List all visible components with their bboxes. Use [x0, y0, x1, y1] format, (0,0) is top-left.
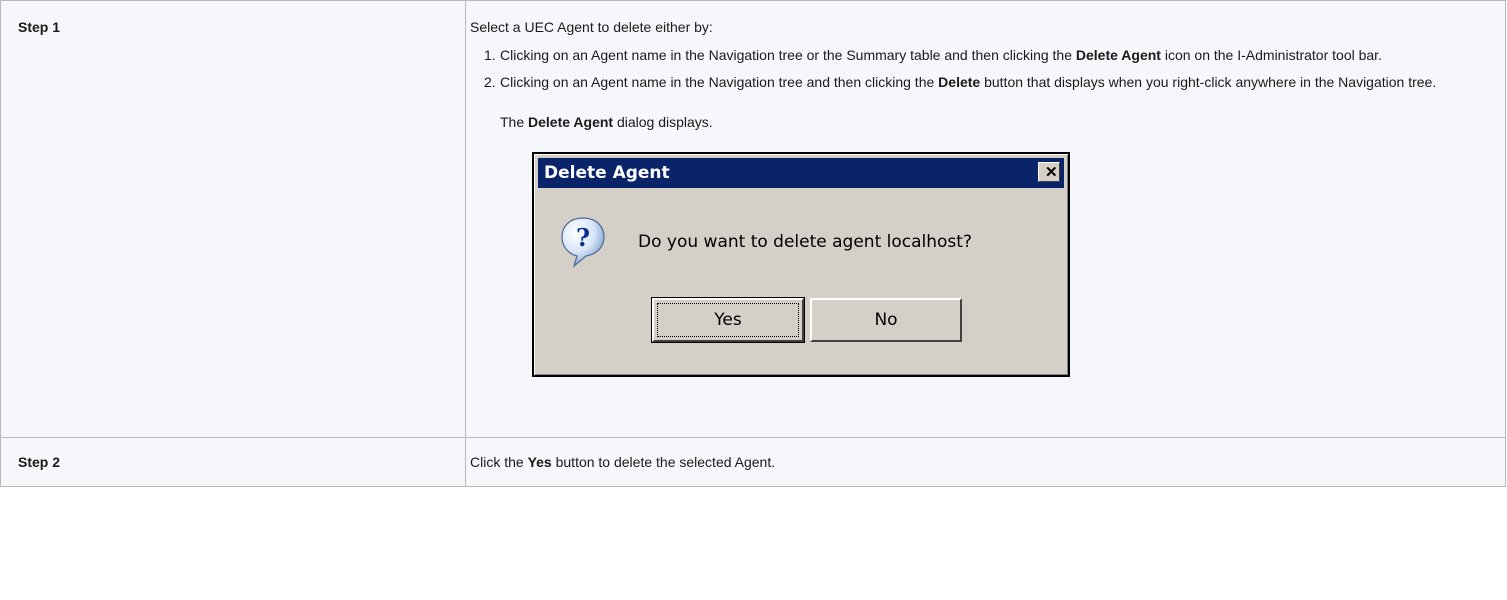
close-icon: ✕ [1045, 164, 1058, 181]
result-text: The [500, 114, 529, 130]
step-bold: Yes [527, 454, 552, 470]
list-text: button that displays when you right-clic… [980, 74, 1437, 90]
list-item: 2. Clicking on an Agent name in the Navi… [470, 72, 1505, 92]
step-intro: Select a UEC Agent to delete either by: [470, 19, 713, 35]
list-bold: Delete [938, 74, 981, 90]
step-text: Click the [470, 454, 528, 470]
step-result: The Delete Agent dialog displays. [470, 112, 1505, 132]
question-icon: ? [561, 217, 605, 268]
table-row: Step 2 Click the Yes button to delete th… [0, 437, 1506, 487]
step-text: button to delete the selected Agent. [551, 454, 776, 470]
list-item: 1. Clicking on an Agent name in the Navi… [470, 45, 1505, 65]
no-button[interactable]: No [810, 298, 962, 342]
list-text: Clicking on an Agent name in the Navigat… [500, 47, 1076, 63]
step-label: Step 1 [0, 0, 466, 438]
svg-text:?: ? [576, 223, 590, 252]
no-button-label: No [874, 310, 898, 330]
focus-ring [657, 303, 799, 337]
dialog-title: Delete Agent [544, 163, 670, 183]
steps-table: Step 1 Select a UEC Agent to delete eith… [0, 0, 1506, 487]
list-number: 1. [484, 47, 496, 63]
yes-button[interactable]: Yes [651, 297, 805, 343]
dialog-message: Do you want to delete agent localhost? [638, 232, 972, 252]
list-text: Clicking on an Agent name in the Navigat… [500, 74, 939, 90]
step-label: Step 2 [0, 437, 466, 487]
list-number: 2. [484, 74, 496, 90]
result-bold: Delete Agent [528, 114, 614, 130]
list-bold: Delete Agent [1075, 47, 1161, 63]
step-content: Select a UEC Agent to delete either by: … [465, 0, 1506, 438]
table-row: Step 1 Select a UEC Agent to delete eith… [0, 0, 1506, 438]
result-text: dialog displays. [613, 114, 713, 130]
delete-agent-dialog: Delete Agent ✕ ? Do you want to delete a… [532, 152, 1070, 377]
list-text: icon on the I-Administrator tool bar. [1160, 47, 1382, 63]
close-button[interactable]: ✕ [1038, 162, 1060, 182]
options-list: 1. Clicking on an Agent name in the Navi… [470, 45, 1505, 92]
step-content: Click the Yes button to delete the selec… [465, 437, 1506, 487]
dialog-title-bar: Delete Agent ✕ [538, 158, 1064, 188]
